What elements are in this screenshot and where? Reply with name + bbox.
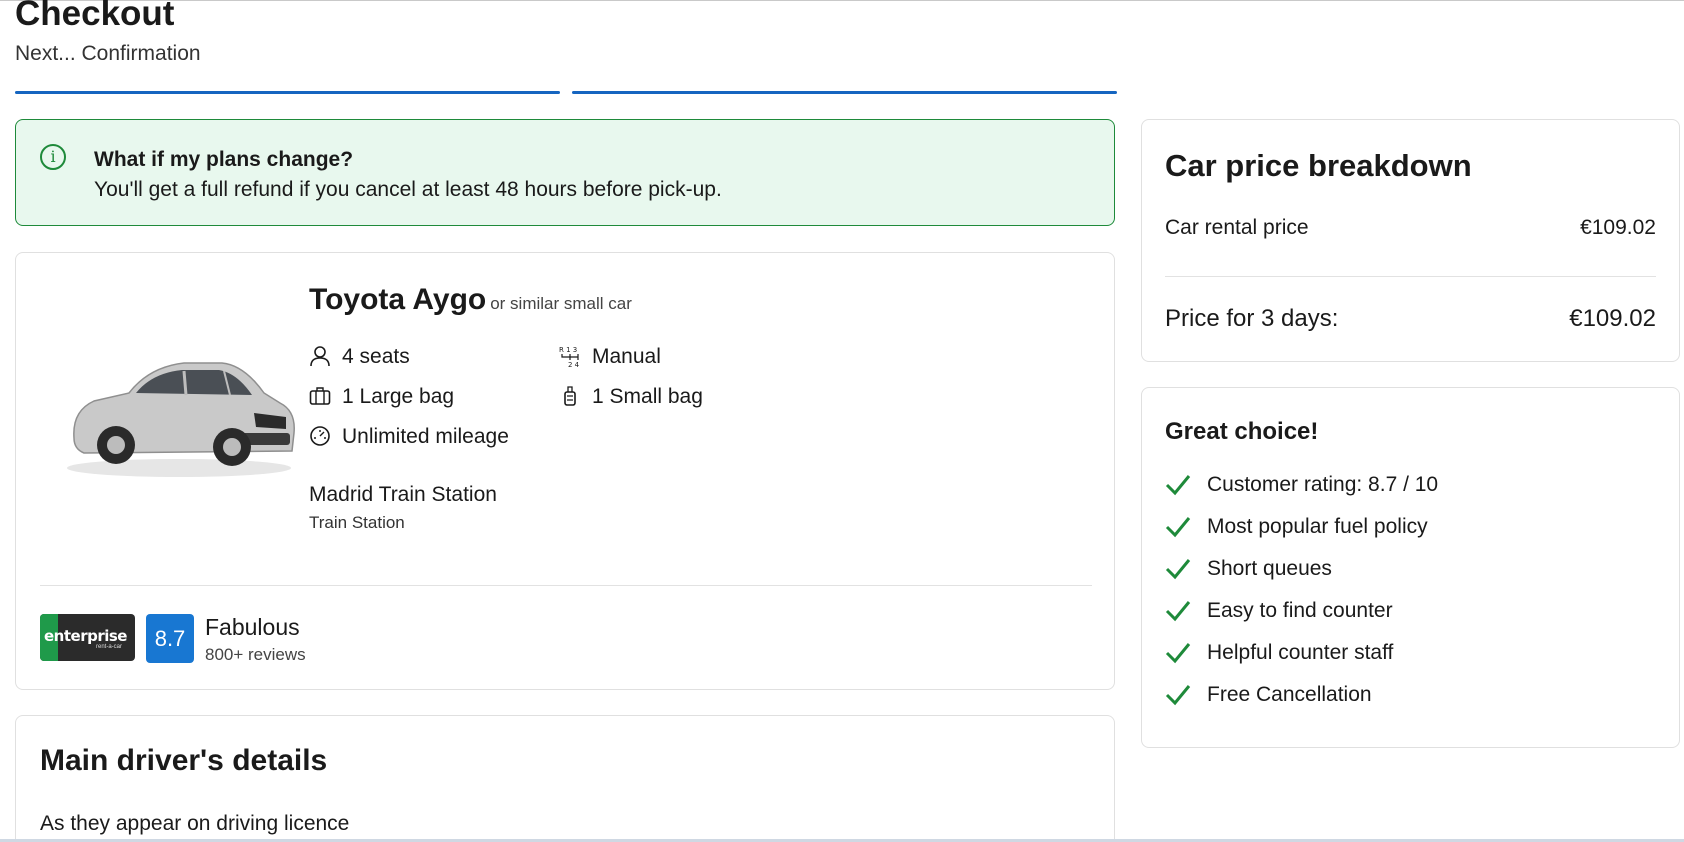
price-divider [1165,276,1656,277]
enterprise-logo: enterprise rent-a-car [40,614,135,661]
speedometer-icon [310,426,330,446]
car-details-card: Toyota Aygo or similar small car 4 seats … [15,252,1115,690]
price-breakdown-card: Car price breakdown Car rental price €10… [1141,119,1680,362]
choice-item-label: Short queues [1207,557,1332,580]
progress-step-2 [572,91,1117,94]
rental-price-row: Car rental price €109.02 [1165,216,1656,240]
choice-item-label: Most popular fuel policy [1207,515,1428,538]
logo-tagline: rent-a-car [96,644,123,650]
pickup-location: Madrid Train Station [309,483,497,506]
rental-price-label: Car rental price [1165,216,1309,239]
review-count[interactable]: 800+ reviews [205,645,306,665]
small-bag-icon [564,386,576,406]
mileage-spec: Unlimited mileage [342,425,509,448]
driver-details-card: Main driver's details As they appear on … [15,715,1115,842]
logo-wordmark: enterprise [44,627,127,645]
progress-step-1 [15,91,560,94]
rating-label: Fabulous [205,614,300,640]
checkmark-icon [1165,559,1191,580]
car-image [67,362,295,477]
checkmark-icon [1165,517,1191,538]
transmission-spec: Manual [592,345,661,368]
gearbox-icon: R 1 3 2 4 [559,346,580,367]
choice-item-label: Easy to find counter [1207,599,1393,622]
cancellation-notice: i What if my plans change? You'll get a … [15,119,1115,226]
total-price-value: €109.02 [1569,305,1656,332]
choice-item-label: Helpful counter staff [1207,641,1394,664]
great-choice-title: Great choice! [1165,418,1319,445]
svg-text:R 1 3: R 1 3 [559,346,577,354]
person-icon [310,346,330,367]
rating-score-badge: 8.7 [146,614,194,663]
pickup-location-type: Train Station [309,513,405,532]
checkmark-icon [1165,601,1191,622]
suitcase-icon [309,387,331,405]
car-model: Toyota Aygo [309,283,487,316]
small-bag-spec: 1 Small bag [592,385,703,408]
card-divider [40,585,1092,586]
seats-spec: 4 seats [342,345,410,368]
notice-text: You'll get a full refund if you cancel a… [94,178,722,201]
page-title: Checkout [15,0,175,33]
checkout-page: Checkout Next... Confirmation i What if … [0,0,1684,842]
price-breakdown-title: Car price breakdown [1165,148,1472,183]
car-name: Toyota Aygo or similar small car [309,283,632,317]
checkmark-icon [1165,475,1191,496]
checkmark-icon [1165,643,1191,664]
driver-section-subtitle: As they appear on driving licence [40,812,350,835]
top-border [0,0,1684,1]
total-price-row: Price for 3 days: €109.02 [1165,305,1656,333]
checkmark-icon [1165,685,1191,706]
total-price-label: Price for 3 days: [1165,305,1339,332]
rental-price-value: €109.02 [1580,216,1656,239]
svg-text:2 4: 2 4 [568,361,580,367]
next-step-label: Next... Confirmation [15,42,201,65]
choice-item-label: Customer rating: 8.7 / 10 [1207,473,1439,496]
info-icon: i [40,144,66,170]
great-choice-card: Great choice! Customer rating: 8.7 / 10 … [1141,387,1680,748]
notice-title: What if my plans change? [94,148,354,171]
large-bag-spec: 1 Large bag [342,385,455,408]
choice-item-label: Free Cancellation [1207,683,1372,706]
car-similar-label: or similar small car [490,294,632,313]
driver-section-title: Main driver's details [40,744,328,777]
